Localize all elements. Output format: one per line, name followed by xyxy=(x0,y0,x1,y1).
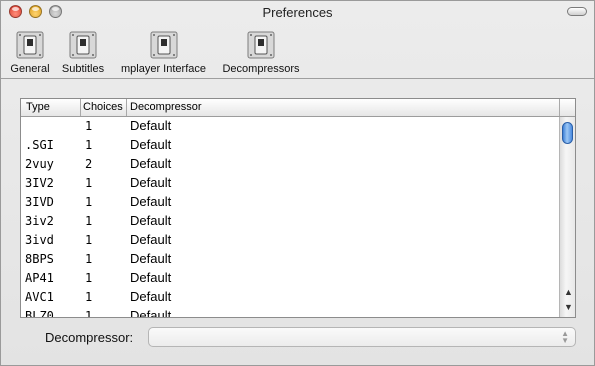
window-title: Preferences xyxy=(262,5,333,20)
cell-choices: 1 xyxy=(85,195,93,209)
cell-type: 3iv2 xyxy=(25,214,54,228)
table-row[interactable]: 3IVD 1 Default xyxy=(21,193,559,212)
cell-choices: 1 xyxy=(85,233,93,247)
switch-icon xyxy=(247,31,275,59)
toolbar-label: mplayer Interface xyxy=(121,63,206,75)
cell-choices: 1 xyxy=(85,309,93,317)
table-row[interactable]: AVC1 1 Default xyxy=(21,288,559,307)
vertical-scrollbar[interactable]: ▲ ▼ xyxy=(559,117,575,317)
toolbar-label: Decompressors xyxy=(222,63,300,75)
column-divider xyxy=(559,99,560,116)
cell-choices: 1 xyxy=(85,290,93,304)
table-row[interactable]: 2vuy 2 Default xyxy=(21,155,559,174)
cell-decompressor: Default xyxy=(130,308,172,317)
table-row[interactable]: .SGI 1 Default xyxy=(21,136,559,155)
toolbar-label: Subtitles xyxy=(61,63,105,75)
cell-decompressor: Default xyxy=(130,213,172,228)
cell-decompressor: Default xyxy=(130,137,172,152)
table-row[interactable]: BLZ0 1 Default xyxy=(21,307,559,317)
column-header-type[interactable]: Type xyxy=(26,101,50,113)
switch-icon xyxy=(150,31,177,59)
toolbar-item-decompressors[interactable]: Decompressors xyxy=(219,29,303,75)
cell-type: AP41 xyxy=(25,271,54,285)
decompressor-popup[interactable]: ▲ ▼ xyxy=(148,327,576,347)
cell-type: .SGI xyxy=(25,138,54,152)
cell-type: 8BPS xyxy=(25,252,54,266)
cell-decompressor: Default xyxy=(130,175,172,190)
column-header-choices[interactable]: Choices xyxy=(83,101,123,113)
toolbar-divider xyxy=(1,78,594,79)
column-divider xyxy=(126,99,127,116)
toolbar-label: General xyxy=(10,63,50,75)
cell-choices: 1 xyxy=(85,214,93,228)
cell-choices: 1 xyxy=(85,252,93,266)
toolbar-item-general[interactable]: General xyxy=(9,29,51,75)
switch-icon xyxy=(16,31,44,59)
cell-decompressor: Default xyxy=(130,270,172,285)
scroll-up-arrow-icon[interactable]: ▲ xyxy=(564,287,573,297)
toolbar-toggle-button[interactable] xyxy=(567,7,587,16)
switch-icon xyxy=(69,31,97,59)
cell-decompressor: Default xyxy=(130,194,172,209)
cell-choices: 1 xyxy=(85,138,93,152)
table-header: Type Choices Decompressor xyxy=(21,99,575,117)
cell-decompressor: Default xyxy=(130,251,172,266)
cell-decompressor: Default xyxy=(130,118,172,133)
table-row[interactable]: AP41 1 Default xyxy=(21,269,559,288)
table-row[interactable]: 3ivd 1 Default xyxy=(21,231,559,250)
cell-type: BLZ0 xyxy=(25,309,54,317)
decompressor-label: Decompressor: xyxy=(45,330,134,345)
toolbar-item-subtitles[interactable]: Subtitles xyxy=(57,29,109,75)
cell-type: 3ivd xyxy=(25,233,54,247)
cell-choices: 1 xyxy=(85,119,93,133)
table-row[interactable]: 8BPS 1 Default xyxy=(21,250,559,269)
cell-type: AVC1 xyxy=(25,290,54,304)
cell-decompressor: Default xyxy=(130,289,172,304)
scrollbar-thumb[interactable] xyxy=(562,122,573,144)
table-row[interactable]: 3IV2 1 Default xyxy=(21,174,559,193)
title-bar[interactable]: Preferences xyxy=(1,1,594,23)
cell-type: 2vuy xyxy=(25,157,54,171)
toolbar-item-mplayer-interface[interactable]: mplayer Interface xyxy=(116,29,211,75)
cell-type: 3IVD xyxy=(25,195,54,209)
column-header-decompressor[interactable]: Decompressor xyxy=(130,101,202,113)
cell-choices: 1 xyxy=(85,176,93,190)
table-body: 1 Default .SGI 1 Default 2vuy 2 Default … xyxy=(21,117,559,317)
scroll-down-arrow-icon[interactable]: ▼ xyxy=(564,302,573,312)
decompressor-table[interactable]: Type Choices Decompressor 1 Default .SGI… xyxy=(20,98,576,318)
cell-decompressor: Default xyxy=(130,232,172,247)
cell-choices: 2 xyxy=(85,157,93,171)
toolbar: General Subtitles mplayer Interface Deco… xyxy=(1,23,594,78)
cell-decompressor: Default xyxy=(130,156,172,171)
column-divider xyxy=(80,99,81,116)
table-row[interactable]: 3iv2 1 Default xyxy=(21,212,559,231)
cell-choices: 1 xyxy=(85,271,93,285)
table-row[interactable]: 1 Default xyxy=(21,117,559,136)
cell-type: 3IV2 xyxy=(25,176,54,190)
chevron-updown-icon: ▲ ▼ xyxy=(561,329,569,345)
preferences-window: Preferences General Subtitles mplayer In… xyxy=(0,0,595,366)
